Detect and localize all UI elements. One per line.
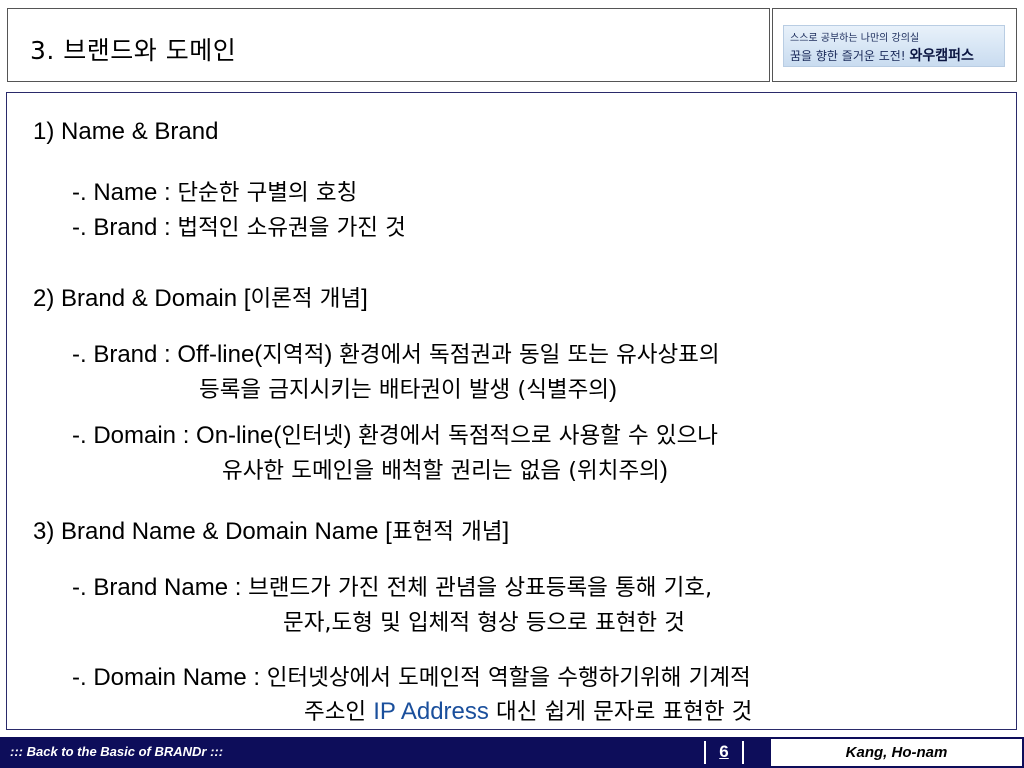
section-1-item-brand: -. Brand : 법적인 소유권을 가진 것 [72, 210, 406, 242]
item-line2: 등록을 금지시키는 배타권이 발생 ( [199, 377, 527, 403]
item-line2: 문자,도형 및 입체적 형상 등으로 표현한 것 [283, 610, 685, 636]
item-text: 단순한 구별의 호칭 [177, 180, 358, 206]
item-line2-end: ) [609, 376, 617, 403]
item-line2-paren: 위치주의 [577, 458, 660, 484]
heading-end: ] [361, 285, 368, 312]
section-1-heading-text: 1) Name & Brand [33, 118, 219, 145]
item-label: -. Brand : [72, 214, 178, 241]
item-text: 법적인 소유권을 가진 것 [177, 215, 406, 241]
logo-box: 스스로 공부하는 나만의 강의실 꿈을 향한 즐거운 도전! 와우캠퍼스 [772, 8, 1017, 82]
item-line2-end: ) [659, 457, 668, 484]
ip-address-highlight: IP Address [373, 698, 489, 725]
logo-tagline: 스스로 공부하는 나만의 강의실 [790, 33, 920, 44]
title-box: 3. 브랜드와 도메인 [7, 8, 770, 82]
item-text: 인터넷상에서 도메인적 역할을 수행하기위해 기계적 [266, 665, 751, 691]
heading-ko: 표현적 개념 [391, 519, 503, 545]
section-2-item-domain-line2: 유사한 도메인을 배척할 권리는 없음 (위치주의) [222, 453, 668, 485]
section-2-item-brand-line2: 등록을 금지시키는 배타권이 발생 (식별주의) [199, 372, 617, 404]
item-label: -. Domain Name : [72, 664, 267, 691]
heading-main: 3) Brand Name & Domain Name [ [33, 518, 392, 545]
logo-banner: 스스로 공부하는 나만의 강의실 꿈을 향한 즐거운 도전! 와우캠퍼스 [783, 25, 1005, 67]
section-2-item-domain: -. Domain : On-line(인터넷) 환경에서 독점적으로 사용할 … [72, 418, 718, 450]
item-label: -. Brand Name : [72, 574, 249, 601]
item-label: -. Domain : On-line( [72, 422, 282, 449]
item-line2-pre: 주소인 [304, 699, 374, 725]
section-3-heading: 3) Brand Name & Domain Name [표현적 개념] [33, 514, 509, 546]
section-3-item-brand-name: -. Brand Name : 브랜드가 가진 전체 관념을 상표등록을 통해 … [72, 570, 712, 602]
item-paren: 지역적 [262, 342, 325, 368]
section-2-heading: 2) Brand & Domain [이론적 개념] [33, 281, 368, 313]
section-3-item-domain-name-line2: 주소인 IP Address 대신 쉽게 문자로 표현한 것 [304, 694, 752, 726]
heading-end: ] [502, 518, 510, 545]
item-label: -. Brand : Off-line( [72, 341, 263, 368]
logo-slogan-text: 꿈을 향한 즐거운 도전! [790, 49, 906, 63]
item-text: 환경에서 독점권과 동일 또는 유사상표의 [339, 342, 720, 368]
section-2-item-brand: -. Brand : Off-line(지역적) 환경에서 독점권과 동일 또는… [72, 337, 720, 369]
section-1-heading: 1) Name & Brand [33, 118, 218, 146]
footer-tagline: ::: Back to the Basic of BRANDr ::: [10, 744, 224, 759]
item-label-end: ) [324, 341, 340, 368]
author-name: Kang, Ho-nam [771, 739, 1022, 766]
section-1-item-name: -. Name : 단순한 구별의 호칭 [72, 175, 357, 207]
item-label-end: ) [343, 422, 359, 449]
footer-bar: ::: Back to the Basic of BRANDr ::: 6 Ka… [0, 737, 1024, 768]
heading-main: 2) Brand & Domain [ [33, 285, 251, 312]
item-paren: 인터넷 [281, 423, 344, 449]
item-line2: 유사한 도메인을 배척할 권리는 없음 ( [222, 458, 578, 484]
item-text: 환경에서 독점적으로 사용할 수 있으나 [358, 423, 718, 449]
section-3-item-brand-name-line2: 문자,도형 및 입체적 형상 등으로 표현한 것 [283, 605, 685, 637]
item-text: 브랜드가 가진 전체 관념을 상표등록을 통해 기호, [248, 575, 713, 601]
logo-slogan: 꿈을 향한 즐거운 도전! 와우캠퍼스 [790, 45, 974, 65]
logo-brand: 와우캠퍼스 [909, 48, 974, 64]
item-label: -. Name : [72, 179, 178, 206]
page-title: 3. 브랜드와 도메인 [30, 36, 237, 65]
item-line2-post: 대신 쉽게 문자로 표현한 것 [488, 699, 753, 725]
page-number: 6 [704, 741, 744, 764]
heading-ko: 이론적 개념 [250, 286, 362, 312]
item-line2-paren: 식별주의 [526, 377, 609, 403]
section-3-item-domain-name: -. Domain Name : 인터넷상에서 도메인적 역할을 수행하기위해 … [72, 660, 751, 692]
